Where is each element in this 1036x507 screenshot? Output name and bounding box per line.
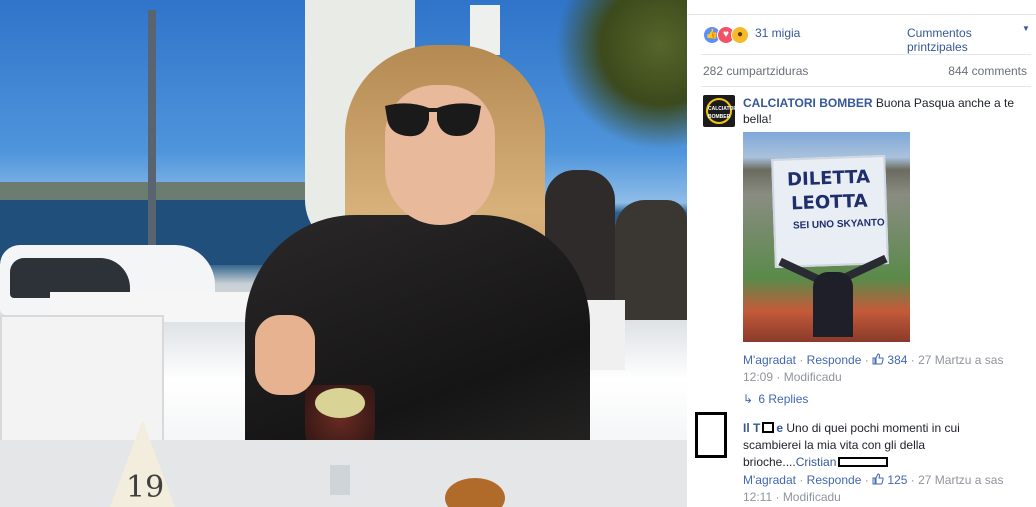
sunglasses-icon	[385, 103, 481, 137]
redaction-box	[838, 457, 889, 467]
banner-text: DILETTA LEOTTA	[786, 166, 871, 215]
replies-label[interactable]: 6 Replies	[758, 392, 808, 406]
thumbs-up-icon	[872, 353, 884, 365]
avatar[interactable]	[695, 412, 727, 458]
like-link[interactable]: M'agradat	[743, 353, 796, 367]
table-number: 19	[126, 470, 165, 505]
wow-reaction-icon[interactable]: ●	[731, 26, 749, 44]
reply-link[interactable]: Responde	[807, 353, 862, 367]
post-photo[interactable]: 19	[0, 0, 687, 507]
redaction-box	[762, 422, 775, 433]
comment-body: Il Te Uno di quei pochi momenti in cui s…	[743, 420, 975, 471]
fan-figure	[813, 272, 853, 337]
reactions-bar[interactable]: 👍 ♥ ● 31 migia Cummentos printzipales	[703, 24, 1023, 54]
reply-link[interactable]: Responde	[807, 473, 862, 487]
comment-author[interactable]: Il Te	[743, 421, 783, 435]
coastline	[0, 182, 320, 200]
shares-count[interactable]: 282 cumpartziduras	[703, 64, 808, 78]
divider	[701, 54, 1031, 55]
like-count[interactable]: 384	[872, 353, 907, 367]
reaction-count[interactable]: 31 migia	[755, 26, 800, 40]
edited-label[interactable]: Modificadu	[783, 490, 841, 504]
avatar[interactable]: CALCIATORI BOMBER	[703, 95, 738, 127]
chevron-down-icon[interactable]: ▼	[1022, 24, 1030, 33]
hand	[255, 315, 315, 395]
divider	[701, 86, 1031, 87]
comment-body: CALCIATORI BOMBER Buona Pasqua anche a t…	[743, 95, 1029, 127]
background-person-2	[615, 200, 687, 320]
thumbs-up-icon	[872, 473, 884, 485]
edited-label[interactable]: Modificadu	[784, 370, 842, 384]
reply-arrow-icon: ↳	[743, 392, 754, 406]
top-divider	[687, 0, 1036, 15]
mention-link[interactable]: Cristian	[796, 455, 837, 469]
like-count[interactable]: 125	[872, 473, 907, 487]
comment-sort-dropdown[interactable]: Cummentos printzipales	[907, 26, 1023, 54]
comment-actions: M'agradat · Responde · 125 · 27 Martzu a…	[743, 473, 1004, 504]
comment-actions: M'agradat · Responde · 384 · 27 Martzu a…	[743, 353, 1004, 384]
comments-count[interactable]: 844 comments	[948, 64, 1027, 78]
comments-panel: 👍 ♥ ● 31 migia Cummentos printzipales ▼ …	[687, 0, 1036, 507]
view-replies-link[interactable]: ↳ 6 Replies	[743, 392, 808, 406]
palm-tree	[555, 0, 687, 150]
gelato-scoop	[315, 388, 365, 418]
like-link[interactable]: M'agradat	[743, 473, 796, 487]
post-counts: 282 cumpartziduras 844 comments	[703, 64, 1033, 78]
comment-author[interactable]: CALCIATORI BOMBER	[743, 96, 873, 110]
calciatori-bomber-logo: CALCIATORI BOMBER	[706, 98, 738, 124]
glass-stem	[330, 465, 350, 495]
comment-image[interactable]: DILETTA LEOTTA SEI UNO SKYANTO	[743, 132, 910, 342]
